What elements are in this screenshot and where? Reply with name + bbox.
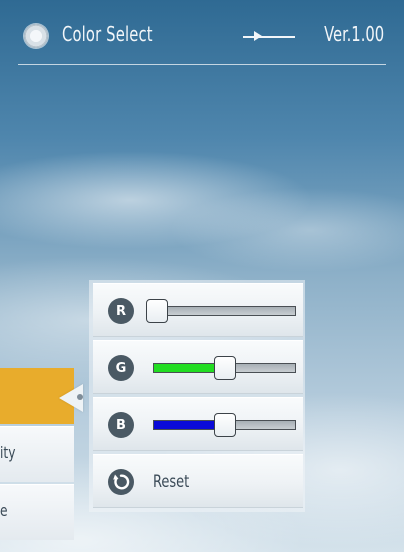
page-title: Color Select bbox=[62, 22, 153, 46]
red-slider-track[interactable] bbox=[153, 306, 296, 316]
menu-item-more[interactable]: e bbox=[0, 484, 74, 540]
menu-item-label: e bbox=[0, 501, 8, 520]
airplane-line-icon bbox=[243, 36, 295, 38]
blue-channel-badge: B bbox=[108, 412, 134, 438]
header-divider bbox=[18, 64, 386, 65]
green-channel-badge: G bbox=[108, 355, 134, 381]
color-panel: R G B Reset bbox=[89, 280, 305, 512]
menu-item-label: ity bbox=[0, 443, 16, 462]
red-slider-thumb[interactable] bbox=[146, 299, 169, 323]
version-label: Ver.1.00 bbox=[324, 22, 384, 46]
blue-slider-thumb[interactable] bbox=[213, 413, 236, 437]
red-channel-badge: R bbox=[108, 298, 134, 324]
app-logo-icon bbox=[24, 24, 48, 48]
reset-button[interactable]: Reset bbox=[93, 454, 303, 508]
menu-item-quality[interactable]: ity bbox=[0, 426, 74, 482]
slider-row-g: G bbox=[93, 340, 303, 394]
reset-icon bbox=[108, 469, 134, 495]
slider-row-b: B bbox=[93, 397, 303, 451]
green-slider-thumb[interactable] bbox=[213, 356, 236, 380]
reset-label: Reset bbox=[153, 472, 190, 492]
airplane-icon bbox=[254, 31, 262, 41]
pointer-dot bbox=[77, 394, 83, 400]
header-bar: Color Select Ver.1.00 bbox=[0, 0, 404, 66]
slider-row-r: R bbox=[93, 283, 303, 337]
